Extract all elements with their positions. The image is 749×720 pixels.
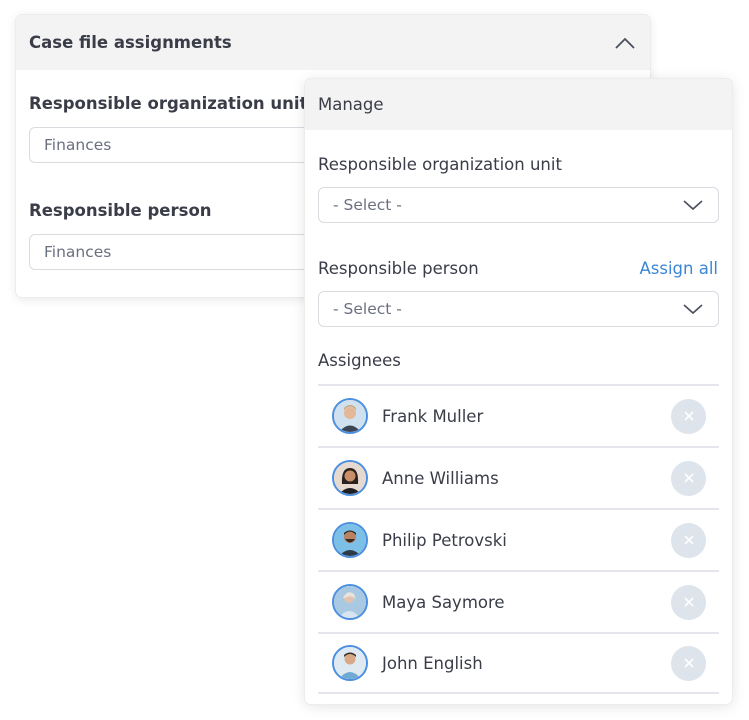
card-title: Case file assignments — [29, 33, 232, 52]
assignee-name: Anne Williams — [382, 468, 499, 488]
chevron-down-icon — [683, 304, 703, 315]
list-item: Anne Williams — [318, 446, 719, 508]
list-item: Maya Saymore — [318, 570, 719, 632]
assignee-name: Philip Petrovski — [382, 530, 507, 550]
responsible-person-label: Responsible person — [29, 201, 212, 220]
close-icon — [683, 658, 694, 668]
chevron-down-icon — [683, 200, 703, 211]
close-icon — [683, 597, 694, 607]
list-item: Frank Muller — [318, 384, 719, 446]
case-file-assignments-header[interactable]: Case file assignments — [16, 15, 650, 70]
manage-title: Manage — [318, 95, 384, 114]
person-select-label: Responsible person — [318, 259, 479, 278]
assignees-label: Assignees — [318, 351, 401, 370]
assignee-name: Maya Saymore — [382, 592, 505, 612]
list-item: John English — [318, 632, 719, 694]
assign-all-link[interactable]: Assign all — [639, 259, 718, 278]
close-icon — [683, 535, 694, 545]
remove-assignee-button[interactable] — [671, 645, 706, 681]
chevron-up-icon[interactable] — [614, 37, 636, 49]
person-select[interactable]: - Select - — [318, 291, 719, 327]
avatar — [332, 584, 368, 620]
remove-assignee-button[interactable] — [671, 584, 706, 620]
org-unit-label: Responsible organization unit — [29, 94, 308, 113]
assignee-name: John English — [382, 653, 483, 673]
avatar — [332, 522, 368, 558]
assignee-name: Frank Muller — [382, 406, 484, 426]
list-item: Philip Petrovski — [318, 508, 719, 570]
manage-panel: Manage Responsible organization unit - S… — [305, 79, 732, 704]
remove-assignee-button[interactable] — [671, 398, 706, 434]
avatar — [332, 460, 368, 496]
remove-assignee-button[interactable] — [671, 522, 706, 558]
close-icon — [683, 411, 694, 421]
manage-header: Manage — [305, 79, 732, 130]
org-unit-select[interactable]: - Select - — [318, 187, 719, 223]
assignees-list: Frank Muller Anne Williams Philip Petrov… — [318, 384, 719, 694]
close-icon — [683, 473, 694, 483]
org-unit-select-label: Responsible organization unit — [318, 155, 562, 174]
person-select-value: - Select - — [333, 300, 402, 318]
avatar — [332, 645, 368, 681]
avatar — [332, 398, 368, 434]
remove-assignee-button[interactable] — [671, 460, 706, 496]
org-unit-select-value: - Select - — [333, 196, 402, 214]
